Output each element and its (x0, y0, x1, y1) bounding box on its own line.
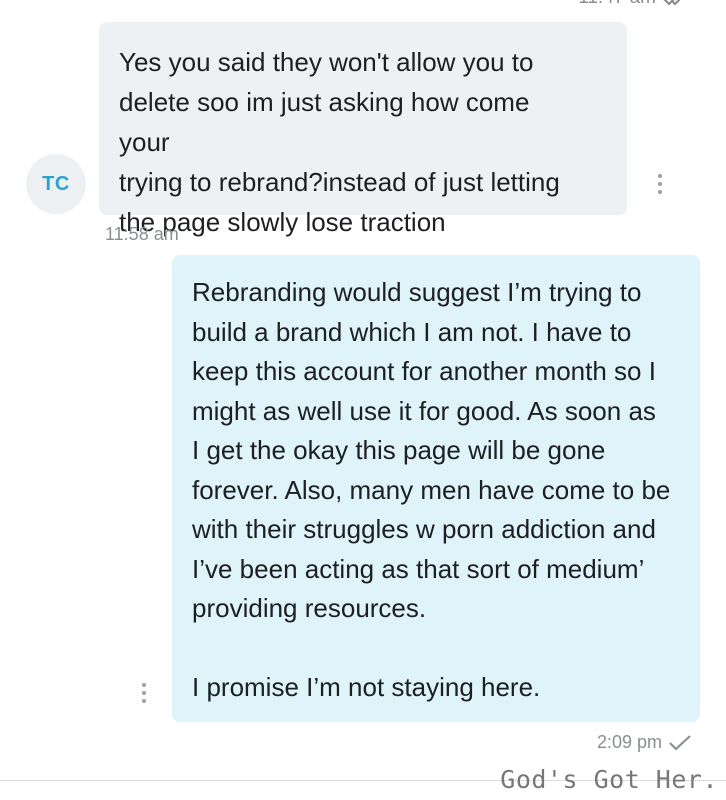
previous-message-time: 11:47 am (578, 0, 656, 9)
incoming-message-time: 11:58 am (105, 224, 179, 244)
outgoing-message-meta: 2:09 pm (597, 732, 692, 753)
outgoing-message-text: Rebranding would suggest I’m trying to b… (192, 277, 671, 702)
check-icon (669, 734, 691, 751)
more-vertical-icon[interactable] (658, 174, 664, 194)
previous-message-meta: 11:47 am (578, 0, 692, 9)
incoming-message-text: Yes you said they won't allow you to del… (119, 47, 560, 237)
chat-screen: 11:47 am Yes you said they won't allow y… (0, 0, 726, 800)
watermark: God's Got Her. (500, 765, 718, 794)
double-check-icon (663, 0, 681, 6)
incoming-message-bubble[interactable]: Yes you said they won't allow you to del… (99, 22, 662, 237)
avatar[interactable]: TC (26, 154, 86, 214)
outgoing-message-bubble[interactable]: Rebranding would suggest I’m trying to b… (172, 255, 700, 722)
outgoing-message-time: 2:09 pm (596, 732, 662, 752)
more-vertical-icon[interactable] (142, 683, 148, 703)
avatar-initials: TC (42, 172, 70, 195)
